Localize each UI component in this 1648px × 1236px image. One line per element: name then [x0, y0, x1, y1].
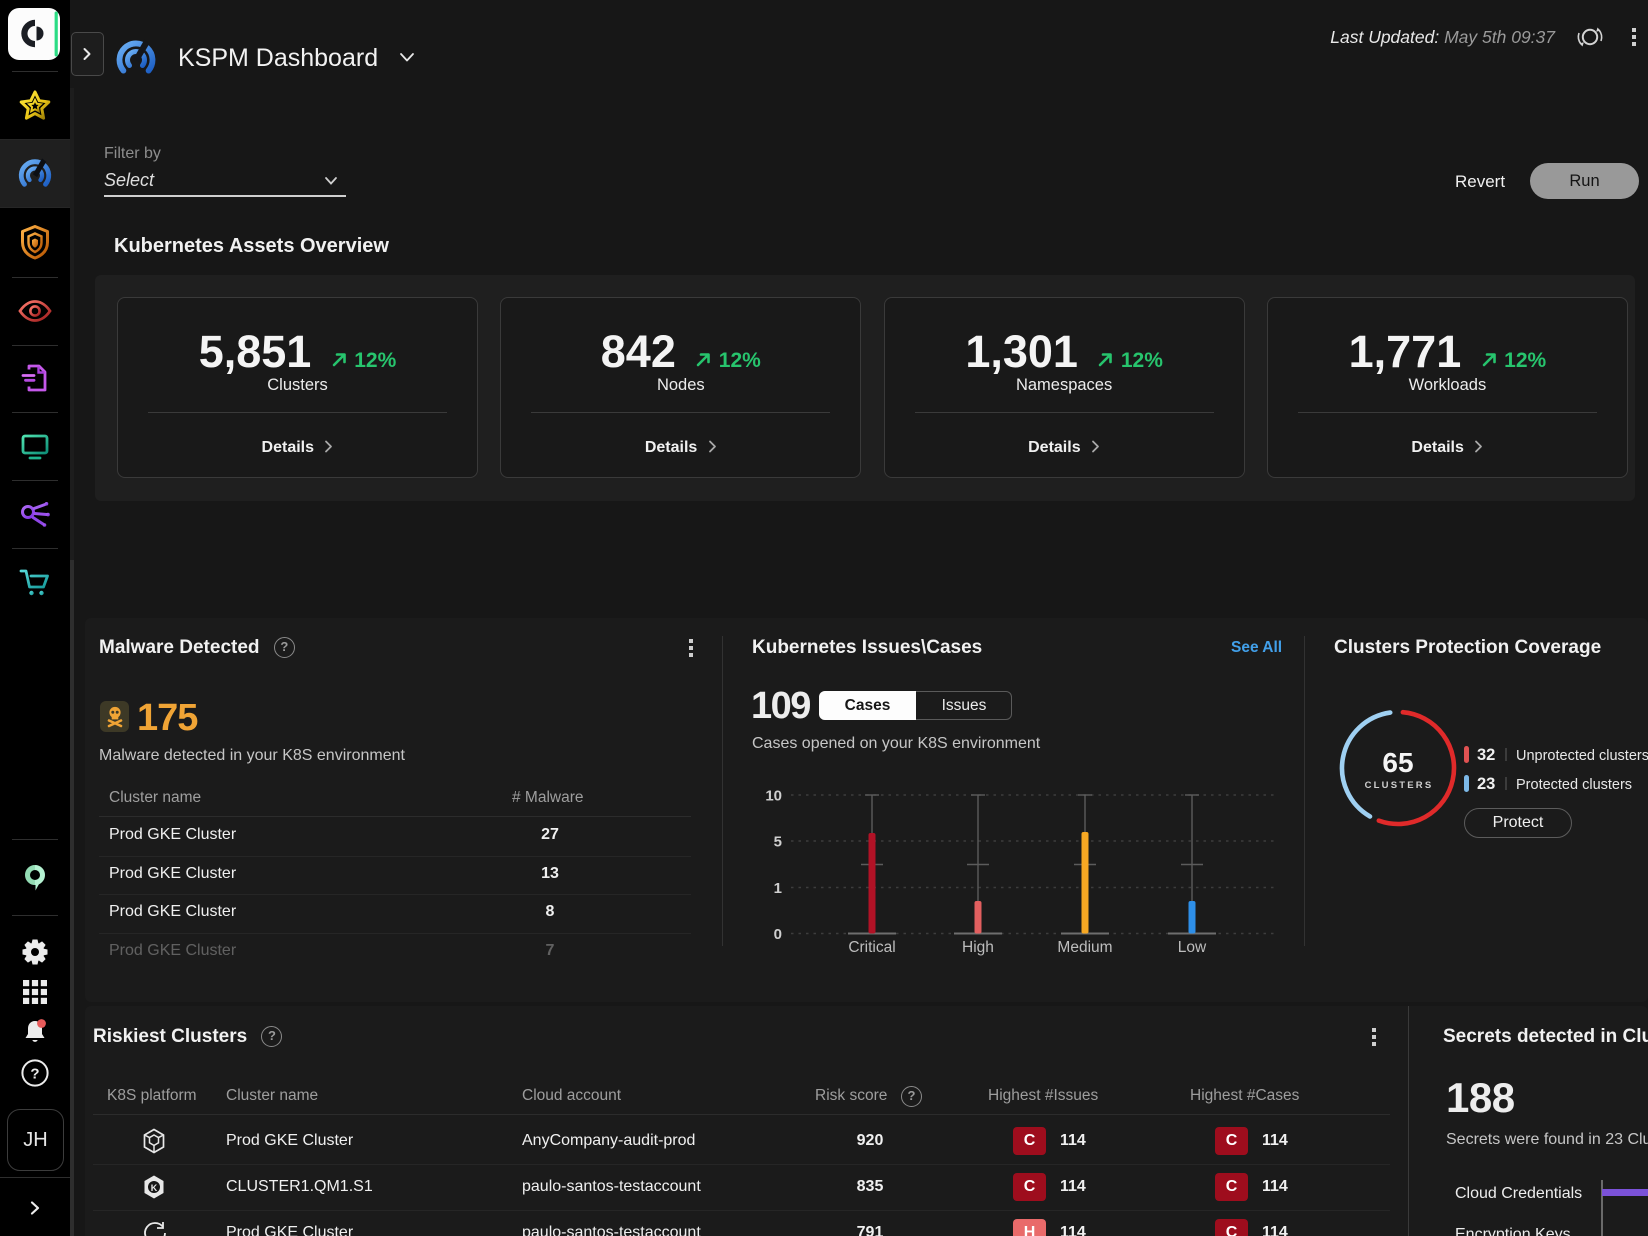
svg-text:65: 65	[1382, 747, 1413, 778]
svg-text:K: K	[151, 1183, 158, 1193]
svg-text:Unprotected clusters: Unprotected clusters	[1516, 748, 1648, 764]
svg-text:Protected clusters: Protected clusters	[1516, 777, 1632, 793]
svg-text:32: 32	[1477, 746, 1495, 764]
svg-text:CLUSTERS: CLUSTERS	[1365, 780, 1434, 791]
svg-text:?: ?	[30, 1066, 39, 1083]
svg-text:23: 23	[1477, 775, 1495, 793]
